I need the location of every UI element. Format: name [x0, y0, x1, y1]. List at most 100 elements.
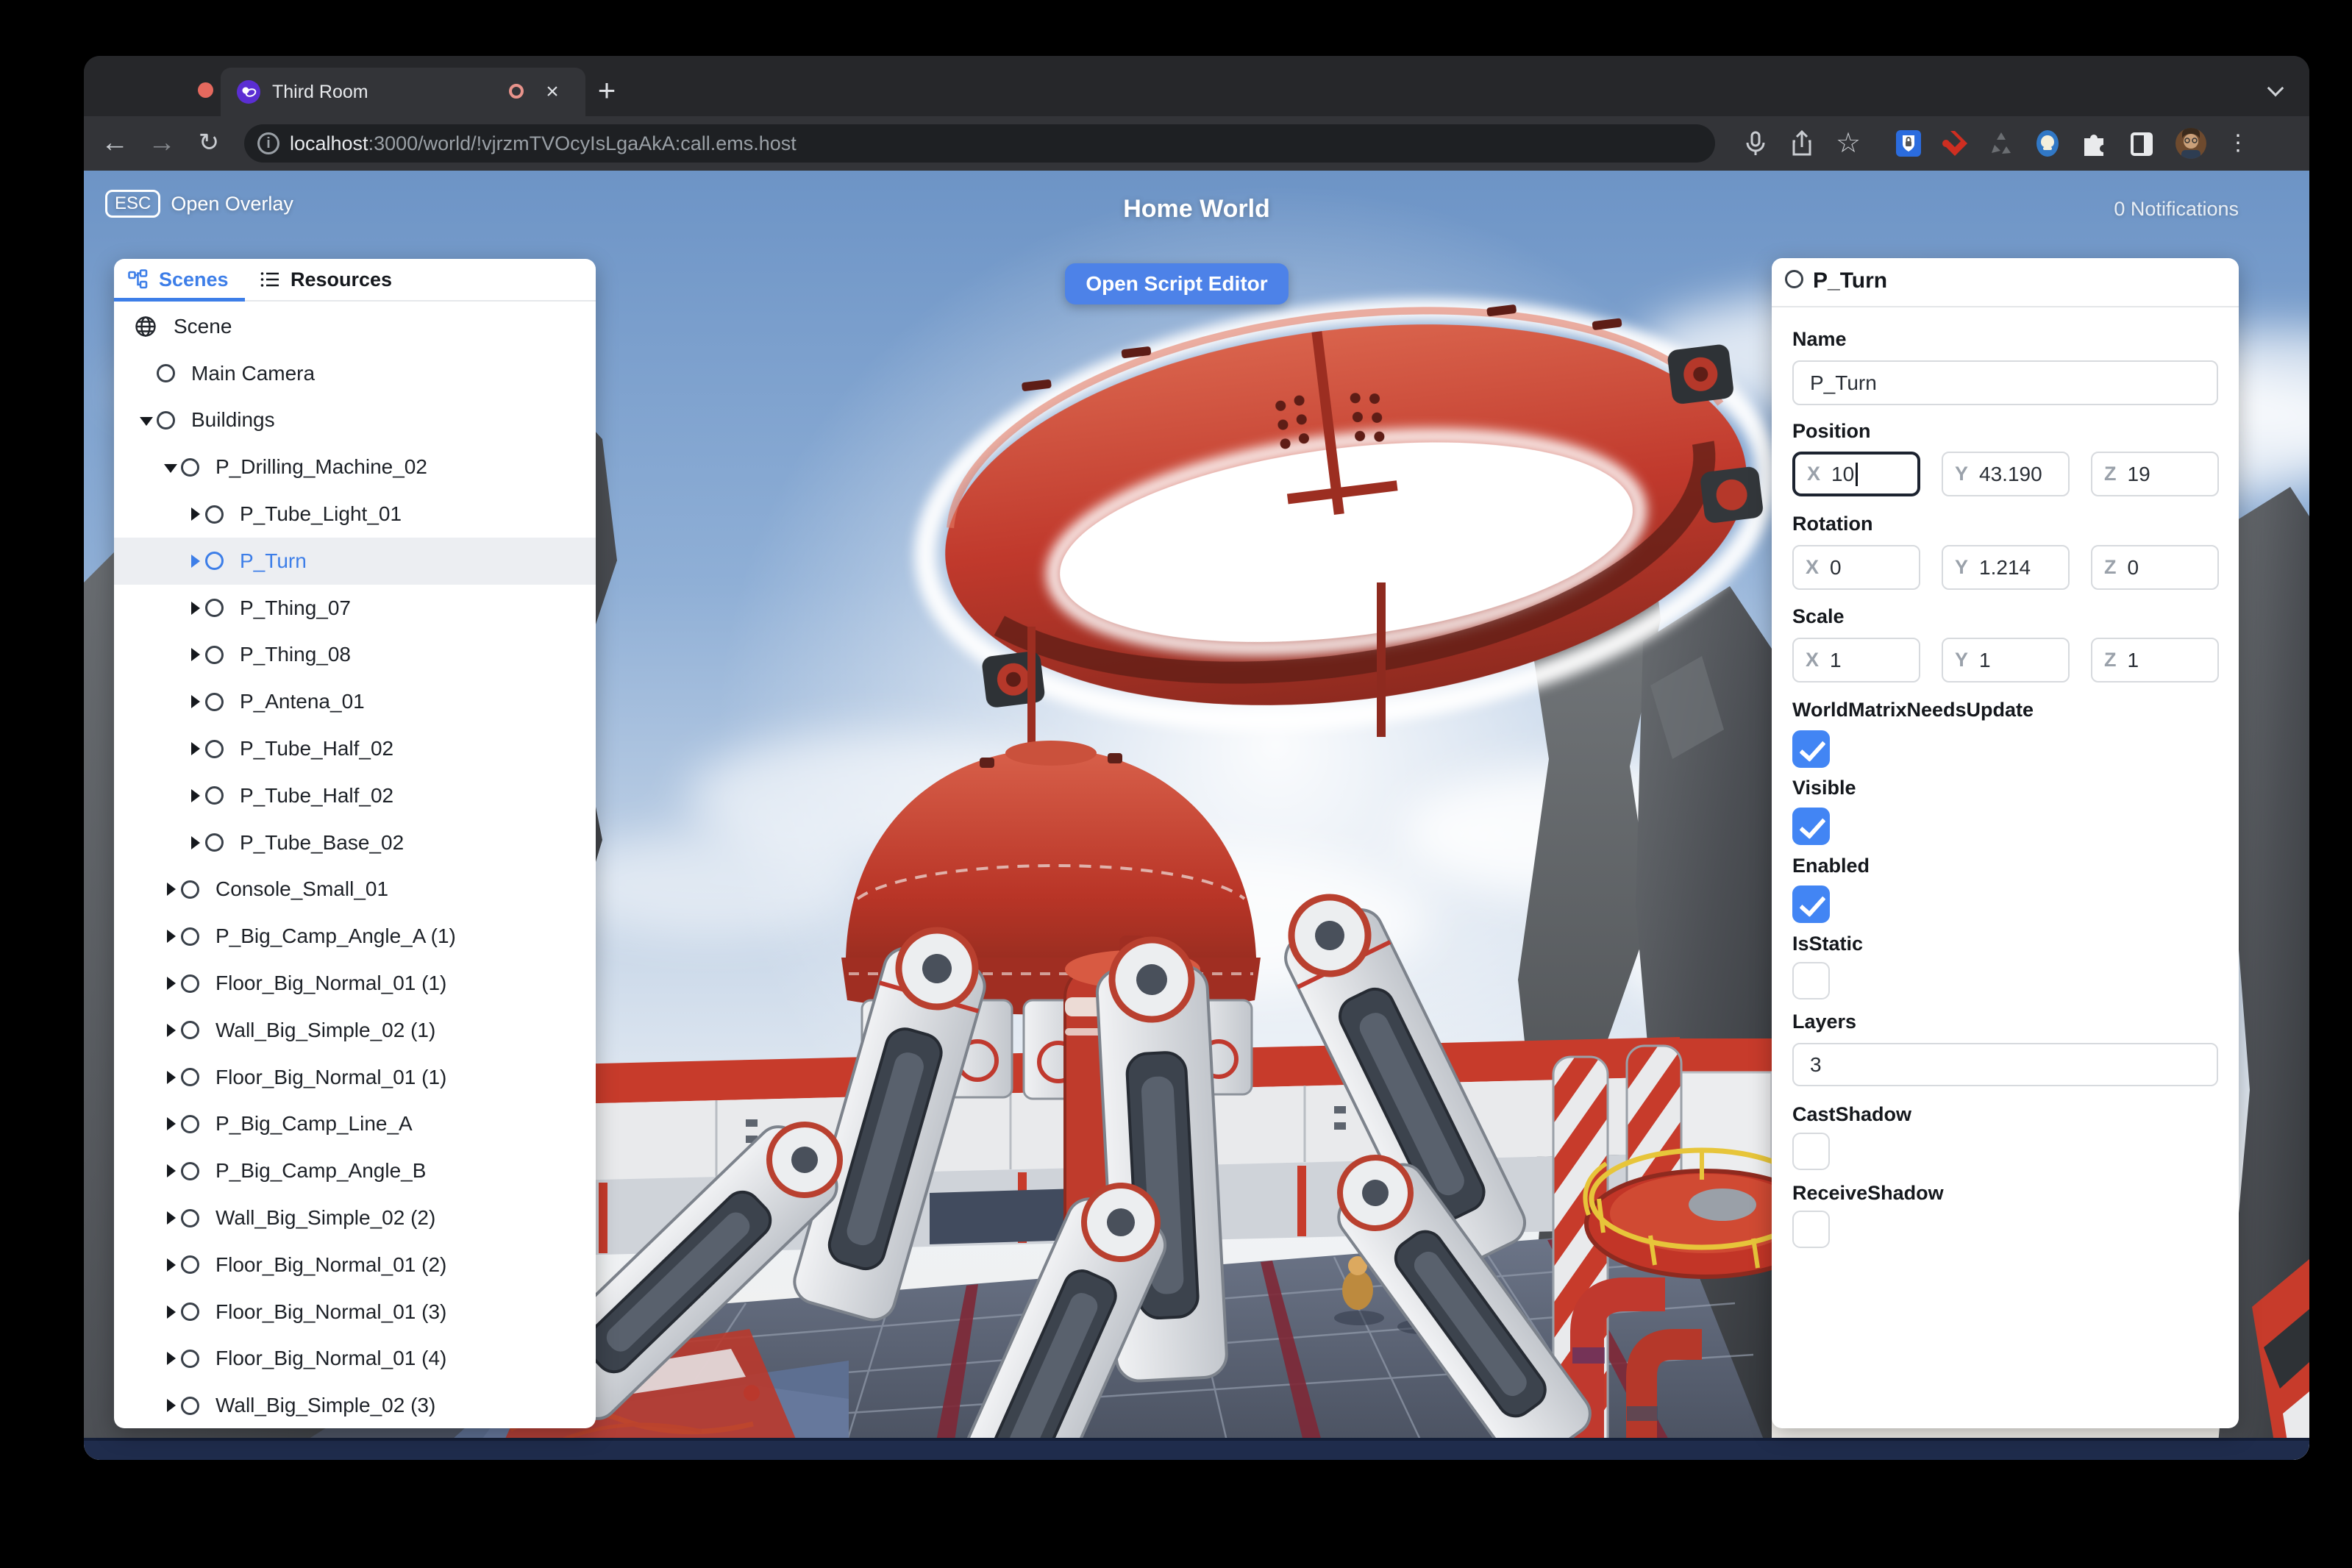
caret-down-icon[interactable]: [136, 410, 155, 430]
tree-item[interactable]: P_Big_Camp_Line_A: [114, 1101, 596, 1148]
node-circle-icon: [181, 1302, 199, 1322]
node-circle-icon: [181, 1255, 199, 1275]
tree-item[interactable]: Floor_Big_Normal_01 (1): [114, 960, 596, 1007]
tree-item-scene[interactable]: Scene: [114, 303, 596, 350]
esc-open-overlay[interactable]: ESC Open Overlay: [105, 190, 293, 218]
tree-item[interactable]: Floor_Big_Normal_01 (4): [114, 1336, 596, 1383]
enabled-checkbox[interactable]: [1792, 885, 1830, 923]
share-icon[interactable]: [1786, 128, 1817, 159]
tree-item[interactable]: Floor_Big_Normal_01 (2): [114, 1241, 596, 1289]
password-manager-icon[interactable]: [1893, 128, 1924, 159]
caret-right-icon[interactable]: [185, 599, 204, 618]
tree-item[interactable]: P_Thing_07: [114, 585, 596, 632]
tree-item[interactable]: Console_Small_01: [114, 866, 596, 913]
rotation-x-input[interactable]: X0: [1792, 545, 1920, 590]
tree-item[interactable]: P_Antena_01: [114, 678, 596, 725]
caret-right-icon[interactable]: [160, 1021, 179, 1040]
caret-right-icon[interactable]: [160, 927, 179, 946]
tree-item[interactable]: P_Tube_Half_02: [114, 725, 596, 772]
node-circle-icon: [181, 1114, 199, 1133]
caret-right-icon[interactable]: [185, 552, 204, 571]
profile-avatar[interactable]: [2175, 128, 2206, 159]
world-matrix-needs-update-checkbox[interactable]: [1792, 730, 1830, 768]
rotation-z-input[interactable]: Z0: [2091, 545, 2219, 590]
caret-right-icon[interactable]: [185, 833, 204, 852]
scale-z-input[interactable]: Z1: [2091, 638, 2219, 683]
bottom-strip: [84, 1440, 2309, 1460]
caret-right-icon[interactable]: [160, 1349, 179, 1368]
tree-item[interactable]: Wall_Big_Simple_02 (2): [114, 1194, 596, 1241]
caret-right-icon[interactable]: [185, 505, 204, 524]
caret-right-icon[interactable]: [185, 692, 204, 711]
tree-item-selected[interactable]: P_Turn: [114, 537, 596, 585]
caret-right-icon[interactable]: [160, 974, 179, 993]
back-button[interactable]: ←: [94, 116, 135, 171]
tree-item[interactable]: Main Camera: [114, 350, 596, 397]
site-info-icon[interactable]: i: [257, 132, 279, 154]
node-circle-icon: [181, 1021, 199, 1040]
tree-item[interactable]: P_Drilling_Machine_02: [114, 443, 596, 491]
side-panel-icon[interactable]: [2126, 128, 2157, 159]
caret-right-icon[interactable]: [160, 1161, 179, 1180]
caret-right-icon[interactable]: [160, 1302, 179, 1322]
dark-mode-icon[interactable]: [2032, 128, 2063, 159]
tree-item[interactable]: P_Big_Camp_Angle_A (1): [114, 913, 596, 960]
menu-kebab-icon[interactable]: ⋮: [2223, 128, 2253, 159]
window-close-button[interactable]: [198, 82, 213, 98]
recycle-icon[interactable]: [1986, 128, 2017, 159]
scale-x-input[interactable]: X1: [1792, 638, 1920, 683]
rotation-y-input[interactable]: Y 1.214: [1942, 545, 2070, 590]
caret-down-icon[interactable]: [160, 457, 179, 477]
caret-right-icon[interactable]: [185, 645, 204, 664]
list-icon: [260, 269, 280, 290]
tree-item[interactable]: P_Thing_08: [114, 632, 596, 679]
scale-y-input[interactable]: Y1: [1942, 638, 2070, 683]
microphone-icon[interactable]: [1740, 128, 1771, 159]
open-script-editor-button[interactable]: Open Script Editor: [1065, 263, 1289, 304]
tree-item[interactable]: Buildings: [114, 397, 596, 444]
url-host: localhost: [290, 132, 368, 154]
browser-tab[interactable]: Third Room ×: [221, 68, 585, 116]
tree-item[interactable]: Floor_Big_Normal_01 (1): [114, 1054, 596, 1101]
caret-right-icon[interactable]: [185, 739, 204, 758]
caret-right-icon[interactable]: [160, 1068, 179, 1087]
forward-button[interactable]: →: [141, 116, 182, 171]
new-tab-button[interactable]: +: [587, 72, 627, 112]
is-static-checkbox[interactable]: [1792, 962, 1830, 999]
node-circle-icon: [181, 457, 199, 477]
tree-item[interactable]: Wall_Big_Simple_02 (1): [114, 1007, 596, 1054]
tab-scenes[interactable]: Scenes: [128, 259, 229, 300]
puzzle-extensions-icon[interactable]: [2078, 128, 2109, 159]
position-z-input[interactable]: Z 19: [2091, 452, 2219, 496]
caret-right-icon[interactable]: [160, 1255, 179, 1275]
caret-right-icon[interactable]: [185, 786, 204, 805]
tree-item[interactable]: P_Tube_Half_02: [114, 772, 596, 819]
tree-item[interactable]: Wall_Big_Simple_02 (3): [114, 1382, 596, 1428]
cast-shadow-label: CastShadow: [1792, 1103, 1912, 1125]
caret-right-icon[interactable]: [160, 1208, 179, 1227]
red-extension-icon[interactable]: [1939, 128, 1970, 159]
bookmark-star-icon[interactable]: ☆: [1833, 128, 1864, 159]
world-title: Home World: [1123, 195, 1270, 223]
tree-item[interactable]: Floor_Big_Normal_01 (3): [114, 1289, 596, 1336]
position-y-input[interactable]: Y 43.190: [1942, 452, 2070, 496]
tree-item[interactable]: P_Tube_Base_02: [114, 819, 596, 866]
tab-close-icon[interactable]: ×: [537, 76, 568, 107]
caret-right-icon[interactable]: [160, 1114, 179, 1133]
tab-resources[interactable]: Resources: [260, 259, 392, 300]
tree-item[interactable]: P_Big_Camp_Angle_B: [114, 1147, 596, 1194]
reload-button[interactable]: ↻: [188, 116, 229, 171]
address-bar[interactable]: i localhost:3000/world/!vjrzmTVOcyIsLgaA…: [244, 124, 1715, 163]
visible-checkbox[interactable]: [1792, 808, 1830, 845]
position-x-input[interactable]: X 10: [1792, 452, 1920, 496]
name-input[interactable]: [1792, 360, 2218, 405]
caret-right-icon[interactable]: [160, 1396, 179, 1415]
layers-input[interactable]: [1792, 1043, 2218, 1086]
caret-right-icon[interactable]: [160, 880, 179, 899]
caret-spacer: [136, 364, 155, 383]
receive-shadow-checkbox[interactable]: [1792, 1211, 1830, 1248]
cast-shadow-checkbox[interactable]: [1792, 1133, 1830, 1170]
chevron-down-icon[interactable]: [2268, 81, 2284, 97]
tree-item[interactable]: P_Tube_Light_01: [114, 491, 596, 538]
notifications-status[interactable]: 0 Notifications: [2114, 198, 2239, 221]
